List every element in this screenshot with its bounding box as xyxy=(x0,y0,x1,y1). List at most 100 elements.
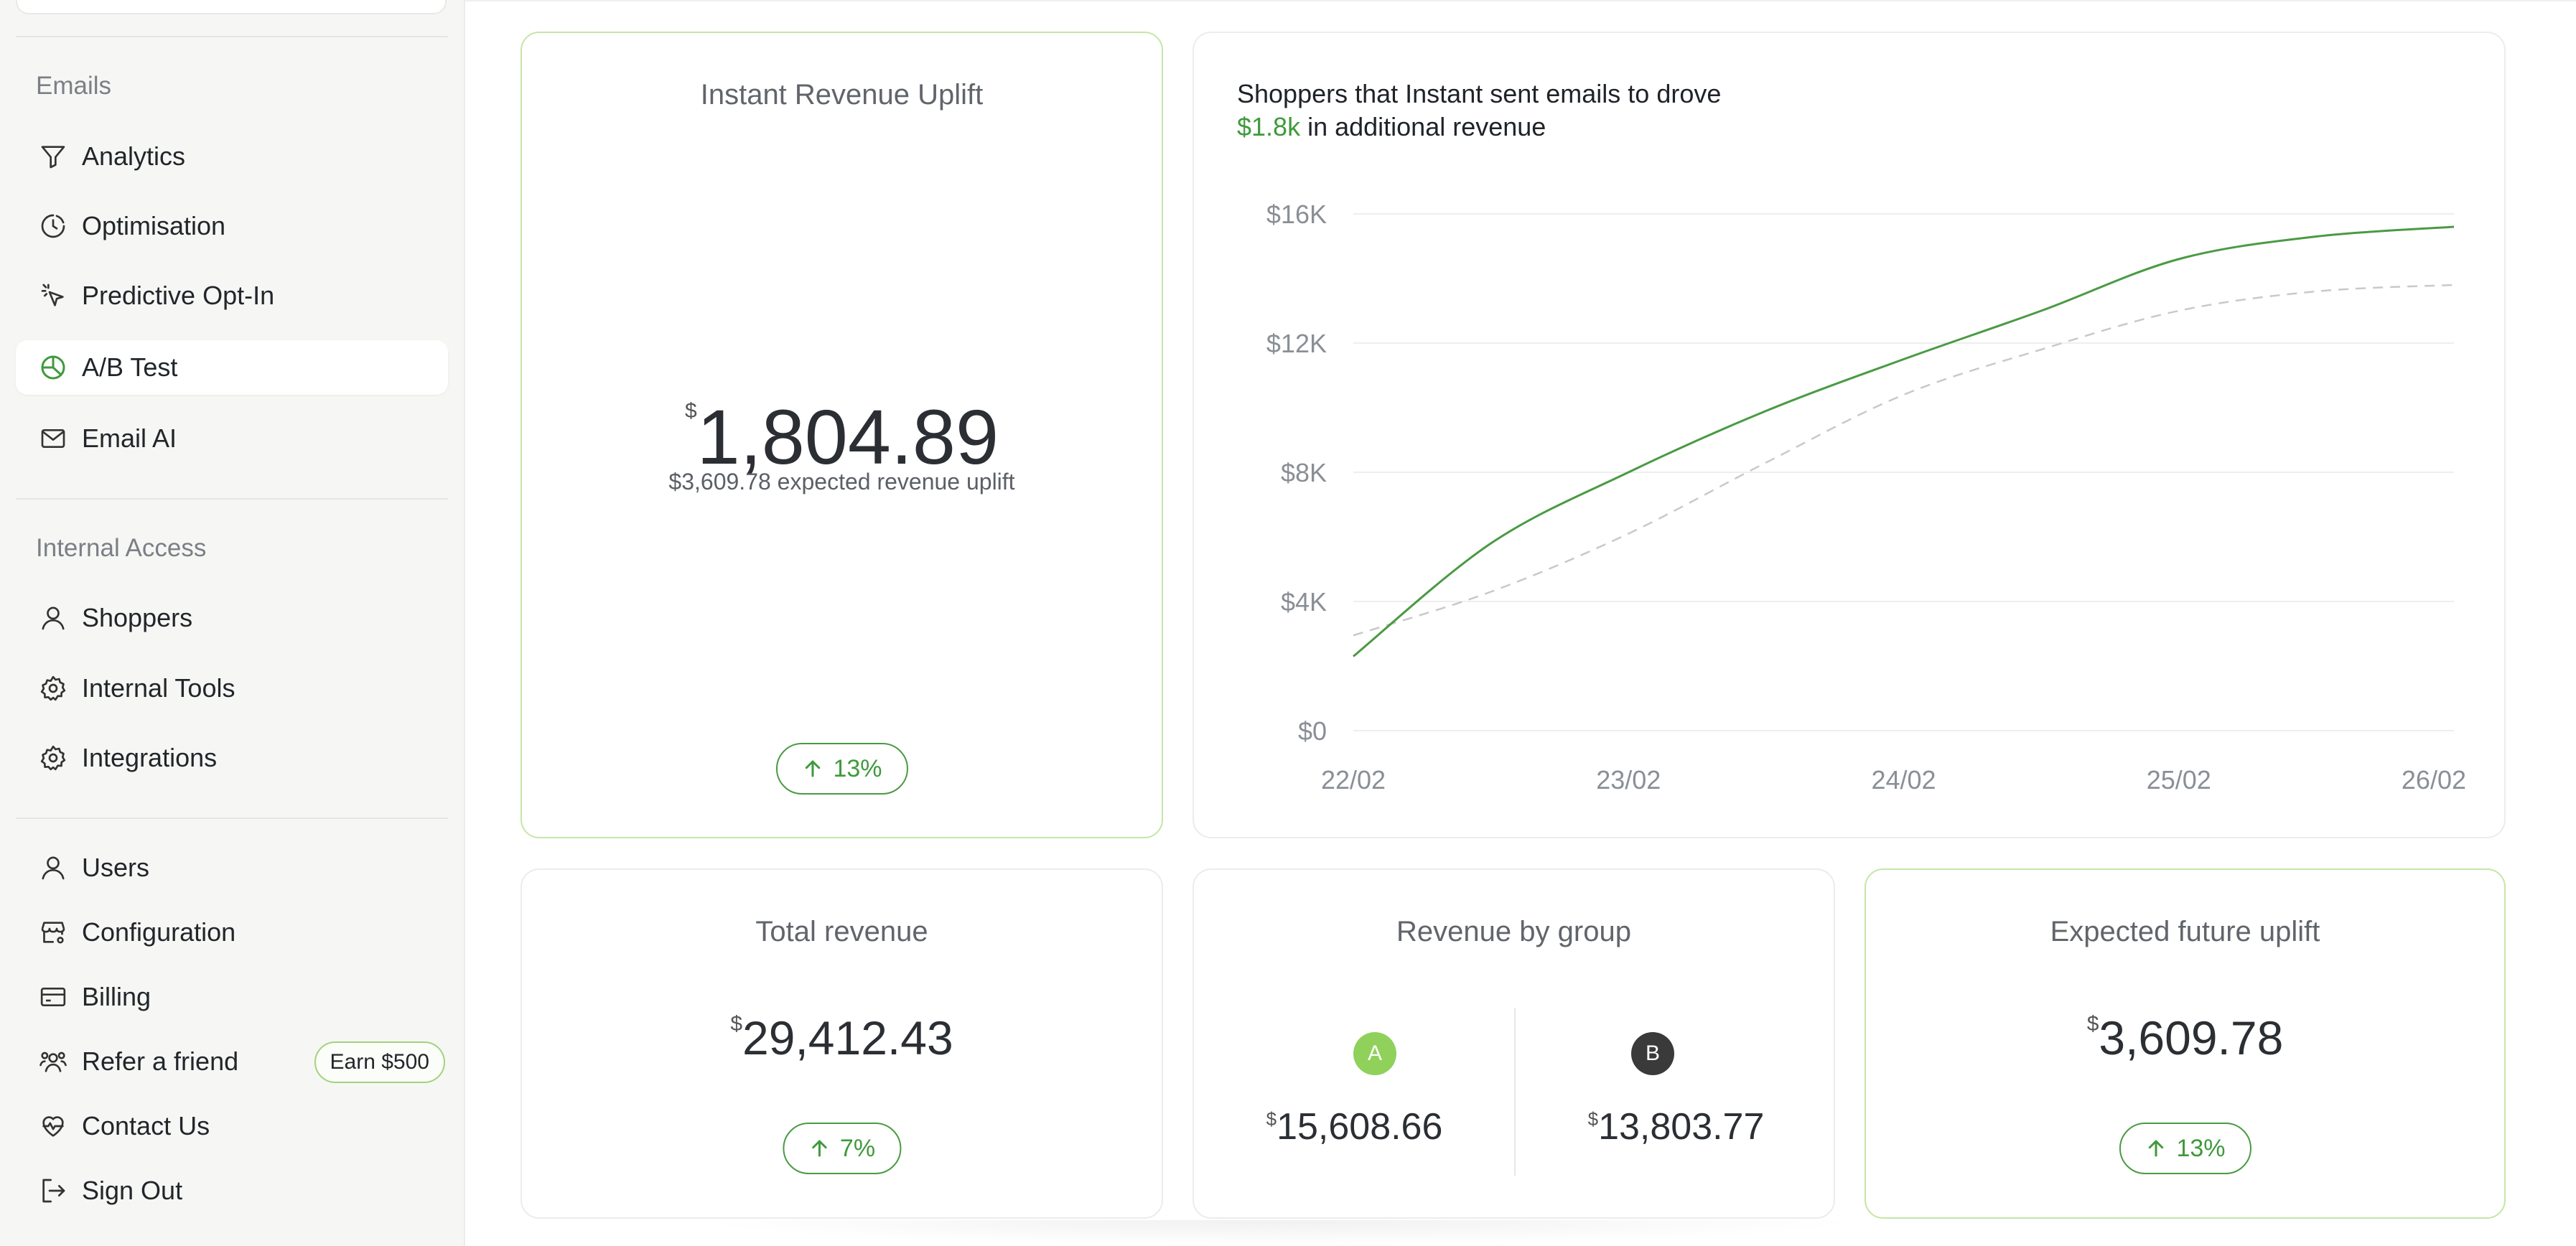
pie-chart-icon xyxy=(37,352,69,383)
x-tick-label: 24/02 xyxy=(1871,765,1936,795)
sidebar-divider xyxy=(16,36,448,37)
sidebar-item-label: Optimisation xyxy=(82,211,226,240)
sidebar-item-label: Email AI xyxy=(82,423,177,453)
y-tick-label: $0 xyxy=(1298,716,1327,746)
revenue-by-group-card: Revenue by group A B $15,608.66 $13,803.… xyxy=(1193,868,1835,1219)
total-value: $29,412.43 xyxy=(522,1011,1162,1065)
sidebar-item-email-ai[interactable]: Email AI xyxy=(16,411,448,466)
sidebar-item-label: Internal Tools xyxy=(82,673,235,703)
sidebar-item-label: Sign Out xyxy=(82,1176,183,1205)
y-tick-label: $4K xyxy=(1281,587,1327,617)
sidebar-item-configuration[interactable]: Configuration xyxy=(16,905,448,960)
uplift-amount: 1,804.89 xyxy=(696,393,999,480)
group-b-badge: B xyxy=(1631,1032,1674,1075)
funnel-icon xyxy=(37,141,69,172)
group-divider xyxy=(1514,1008,1516,1176)
sidebar-item-label: Users xyxy=(82,853,150,882)
x-tick-label: 22/02 xyxy=(1321,765,1386,795)
clock-pie-icon xyxy=(37,210,69,242)
currency-symbol: $ xyxy=(684,399,697,423)
uplift-change-pill: 13% xyxy=(775,743,908,795)
group-b-value: $13,803.77 xyxy=(1516,1105,1837,1148)
section-emails: Emails xyxy=(36,72,112,100)
expected-uplift-subtitle: $3,609.78 expected revenue uplift xyxy=(668,469,1015,495)
sidebar-item-label: Predictive Opt-In xyxy=(82,281,275,310)
total-revenue-card: Total revenue $29,412.43 7% xyxy=(521,868,1163,1219)
credit-card-icon xyxy=(37,981,69,1013)
currency-symbol: $ xyxy=(2086,1012,2099,1036)
group-b-amount: 13,803.77 xyxy=(1598,1106,1765,1148)
sidebar-item-integrations[interactable]: Integrations xyxy=(16,731,448,785)
sidebar-item-label: Integrations xyxy=(82,743,218,772)
instant-revenue-uplift-card: Instant Revenue Uplift $1,804.89 $3,609.… xyxy=(521,32,1163,838)
y-tick-label: $8K xyxy=(1281,458,1327,487)
revenue-chart-card: Shoppers that Instant sent emails to dro… xyxy=(1193,32,2506,838)
sidebar-item-label: Analytics xyxy=(82,141,186,171)
change-percent: 13% xyxy=(833,754,882,782)
sidebar-item-optimisation[interactable]: Optimisation xyxy=(16,199,448,253)
arrow-up-icon xyxy=(811,1140,827,1157)
sidebar-item-shoppers[interactable]: Shoppers xyxy=(16,591,448,645)
y-tick-label: $16K xyxy=(1266,200,1327,229)
currency-symbol: $ xyxy=(1266,1108,1277,1130)
sign-out-icon xyxy=(37,1175,69,1207)
gear-icon xyxy=(37,673,69,704)
sidebar-item-label: Configuration xyxy=(82,917,236,947)
future-value: $3,609.78 xyxy=(1866,1011,2504,1065)
total-change-pill: 7% xyxy=(782,1123,902,1174)
instant-revenue-line xyxy=(1353,225,2455,657)
mail-icon xyxy=(37,423,69,454)
group-a-badge: A xyxy=(1353,1032,1396,1075)
sidebar-item-contact-us[interactable]: Contact Us xyxy=(16,1099,448,1153)
sidebar-item-label: Billing xyxy=(82,982,151,1011)
gear-icon xyxy=(37,742,69,774)
sidebar-item-internal-tools[interactable]: Internal Tools xyxy=(16,661,448,716)
card-title: Expected future uplift xyxy=(2050,916,2320,947)
sidebar-item-predictive-opt-in[interactable]: Predictive Opt-In xyxy=(16,268,448,323)
change-percent: 7% xyxy=(839,1134,876,1162)
arrow-up-icon xyxy=(805,760,820,777)
user-icon xyxy=(37,852,69,884)
earn-badge[interactable]: Earn $500 xyxy=(314,1041,445,1083)
sidebar-item-label: Shoppers xyxy=(82,603,193,632)
sidebar-item-users[interactable]: Users xyxy=(16,840,448,895)
group-a-value: $15,608.66 xyxy=(1194,1105,1515,1148)
sidebar: Emails Analytics Optimisation Predictive… xyxy=(0,0,465,1246)
sidebar-item-label: Contact Us xyxy=(82,1111,210,1140)
store-settings-icon xyxy=(37,917,69,948)
cursor-click-icon xyxy=(37,280,69,312)
x-tick-label: 23/02 xyxy=(1596,765,1661,795)
user-icon xyxy=(37,602,69,634)
y-tick-label: $12K xyxy=(1266,329,1327,358)
baseline-revenue-line xyxy=(1353,284,2455,637)
heart-pulse-icon xyxy=(37,1110,69,1142)
card-title: Instant Revenue Uplift xyxy=(700,79,984,111)
sidebar-item-billing[interactable]: Billing xyxy=(16,970,448,1024)
arrow-up-icon xyxy=(2148,1140,2163,1157)
header-border xyxy=(465,0,2576,1)
card-title: Total revenue xyxy=(755,916,928,947)
change-percent: 13% xyxy=(2176,1134,2226,1162)
sidebar-item-analytics[interactable]: Analytics xyxy=(16,129,448,184)
sidebar-item-label: Refer a friend xyxy=(82,1046,239,1076)
future-change-pill: 13% xyxy=(2119,1123,2251,1174)
bottom-shadow xyxy=(689,1220,1867,1246)
card-title: Revenue by group xyxy=(1396,916,1631,947)
users-icon xyxy=(37,1046,69,1077)
sidebar-item-ab-test[interactable]: A/B Test xyxy=(16,340,448,395)
sidebar-top-card[interactable] xyxy=(16,0,447,14)
sidebar-item-sign-out[interactable]: Sign Out xyxy=(16,1163,448,1218)
future-amount: 3,609.78 xyxy=(2099,1011,2284,1064)
expected-future-uplift-card: Expected future uplift $3,609.78 13% xyxy=(1865,868,2506,1219)
x-tick-label: 25/02 xyxy=(2147,765,2211,795)
currency-symbol: $ xyxy=(1587,1108,1599,1130)
section-internal-access: Internal Access xyxy=(36,534,207,562)
sidebar-divider xyxy=(16,498,448,500)
sidebar-item-label: A/B Test xyxy=(82,352,178,382)
x-tick-label: 26/02 xyxy=(2402,765,2466,795)
revenue-line-chart: $0 $4K $8K $12K $16K 22/02 23/02 24/02 25/02 26/0… xyxy=(1266,200,2466,795)
sidebar-item-refer-a-friend[interactable]: Refer a friend Earn $500 xyxy=(16,1034,448,1089)
total-amount: 29,412.43 xyxy=(742,1011,953,1064)
sidebar-divider xyxy=(16,818,448,819)
currency-symbol: $ xyxy=(730,1012,743,1036)
